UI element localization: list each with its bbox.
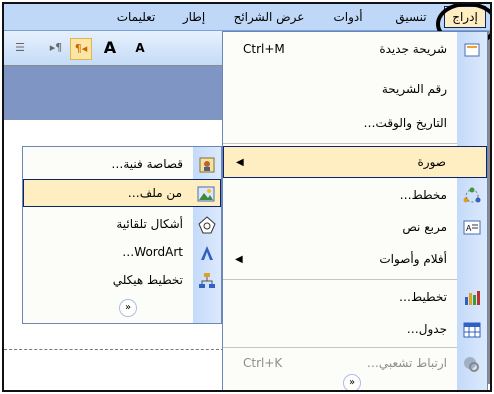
autoshapes-icon — [198, 216, 216, 234]
menu-separator — [223, 143, 457, 144]
placeholder-border — [4, 349, 224, 350]
expand-chevron-icon[interactable]: » — [119, 299, 137, 317]
wordart-icon — [198, 244, 216, 262]
bullets-icon[interactable]: ☰ — [10, 38, 30, 58]
chart-icon — [463, 289, 481, 307]
submenu-item-label: من ملف… — [127, 186, 182, 200]
svg-text:A: A — [466, 224, 472, 233]
new-slide-icon — [463, 41, 481, 59]
menu-item-label: مربع نص — [402, 220, 447, 234]
clip-art-icon — [198, 156, 216, 174]
menu-bar: إدراج تنسيق أدوات عرض الشرائح إطار تعليم… — [4, 4, 490, 31]
menu-item-label: التاريخ والوقت… — [363, 116, 447, 130]
menu-item-table[interactable]: جدول… — [223, 314, 487, 346]
menu-slideshow[interactable]: عرض الشرائح — [218, 7, 320, 27]
menu-format[interactable]: تنسيق — [384, 7, 438, 27]
submenu-item-label: قصاصة فنية… — [111, 157, 183, 171]
submenu-item-org-chart[interactable]: تخطيط هيكلي — [23, 267, 221, 295]
app-window: إدراج تنسيق أدوات عرض الشرائح إطار تعليم… — [2, 2, 492, 392]
shortcut-label: Ctrl+K — [243, 356, 283, 370]
diagram-icon — [463, 187, 481, 205]
menu-item-diagram[interactable]: مخطط… — [223, 180, 487, 212]
menu-item-label: تخطيط… — [399, 290, 447, 304]
text-box-icon: A — [463, 219, 481, 237]
submenu-item-label: WordArt… — [122, 245, 183, 259]
shortcut-label: Ctrl+M — [243, 42, 285, 56]
menu-item-label: صورة — [417, 155, 446, 169]
formatting-toolbar: ☰ ▸¶ ¶◂ A A — [4, 31, 224, 65]
ltr-paragraph-icon[interactable]: ▸¶ — [46, 38, 66, 58]
menu-item-slide-number[interactable]: رقم الشريحة — [223, 74, 487, 106]
expand-chevron-icon[interactable]: » — [343, 374, 361, 390]
submenu-item-from-file[interactable]: من ملف… — [23, 179, 221, 207]
from-file-icon — [197, 185, 215, 203]
menu-item-movies-sounds[interactable]: ◀ أفلام وأصوات — [223, 244, 487, 276]
submenu-arrow-icon: ◀ — [236, 157, 244, 168]
menu-item-chart[interactable]: تخطيط… — [223, 282, 487, 314]
menu-item-text-box[interactable]: A مربع نص — [223, 212, 487, 244]
increase-font-icon[interactable]: A — [100, 38, 120, 58]
submenu-arrow-icon: ◀ — [235, 254, 243, 265]
submenu-item-clip-art[interactable]: قصاصة فنية… — [23, 151, 221, 179]
submenu-item-label: أشكال تلقائية — [116, 217, 183, 231]
submenu-item-label: تخطيط هيكلي — [112, 273, 183, 287]
menu-tools[interactable]: أدوات — [326, 7, 370, 27]
menu-help[interactable]: تعليمات — [104, 7, 168, 27]
menu-item-label: شريحة جديدة — [379, 42, 447, 56]
decrease-font-icon[interactable]: A — [130, 38, 150, 58]
menu-item-date-time[interactable]: التاريخ والوقت… — [223, 108, 487, 140]
submenu-item-autoshapes[interactable]: أشكال تلقائية — [23, 211, 221, 239]
pane-header — [4, 66, 224, 120]
menu-item-new-slide[interactable]: شريحة جديدة Ctrl+M — [223, 34, 487, 66]
menu-item-label: أفلام وأصوات — [379, 252, 447, 266]
menu-separator — [223, 279, 457, 280]
org-chart-icon — [198, 272, 216, 290]
menu-item-label: جدول… — [406, 322, 447, 336]
table-icon — [463, 321, 481, 339]
menu-item-label: رقم الشريحة — [381, 82, 447, 96]
submenu-item-wordart[interactable]: WordArt… — [23, 239, 221, 267]
rtl-paragraph-icon[interactable]: ¶◂ — [70, 38, 92, 60]
menu-item-picture[interactable]: ◀ صورة — [223, 146, 487, 178]
picture-submenu: قصاصة فنية… من ملف… أشكال تلقائية WordAr… — [22, 146, 222, 324]
hyperlink-icon — [463, 355, 481, 373]
menu-item-label: ارتباط تشعبي… — [366, 356, 447, 370]
insert-menu: شريحة جديدة Ctrl+M رقم الشريحة التاريخ و… — [222, 31, 488, 390]
menu-window[interactable]: إطار — [176, 7, 212, 27]
menu-item-label: مخطط… — [399, 188, 447, 202]
